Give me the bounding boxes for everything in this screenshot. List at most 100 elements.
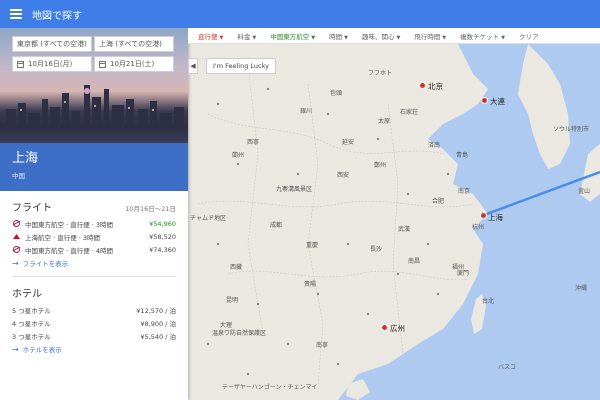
hotel-price: ¥5,540 / 泊: [140, 332, 176, 341]
map-label: 沖縄: [575, 285, 588, 292]
filter-label: 飛行時間: [414, 32, 441, 41]
show-flights-label: フライトを表示: [22, 260, 69, 268]
destination-card[interactable]: 上海 中国: [0, 143, 188, 191]
map-label: 銀川: [300, 108, 313, 115]
map-label: 廈門: [457, 270, 470, 277]
caret-down-icon: ▼: [252, 34, 257, 41]
map-label: 南寧: [316, 342, 329, 349]
caret-down-icon: ▼: [219, 34, 224, 41]
filter-label: 料金: [237, 32, 251, 41]
map-label: 済南: [428, 142, 441, 149]
map-label: 昆明: [226, 297, 239, 304]
destination-field[interactable]: 上海 (すべての空港): [94, 36, 174, 52]
map-label: 西寧: [247, 139, 260, 146]
clear-filters-button[interactable]: クリア: [519, 31, 539, 41]
china-eastern-logo-icon: [12, 246, 21, 253]
map-label: 西藏: [230, 264, 243, 271]
map-label: 九寨溝風景区: [276, 186, 313, 193]
filter-duration[interactable]: 飛行時間 ▼: [414, 31, 446, 41]
caret-down-icon: ▼: [396, 34, 401, 41]
map-label: 武漢: [398, 226, 411, 233]
map-label: フフホト: [368, 70, 393, 77]
flights-dates: 10月16日〜21日: [125, 205, 176, 213]
hotels-title: ホテル: [12, 289, 42, 300]
map-pin[interactable]: [481, 97, 488, 104]
app-title: 地図で探す: [32, 10, 82, 22]
map[interactable]: [188, 44, 600, 400]
city-country: 中国: [12, 172, 25, 180]
flight-row[interactable]: 中国東方航空 · 直行便 · 3時間 ¥54,960: [12, 217, 176, 230]
arrow-right-icon: →: [12, 344, 19, 354]
map-pin-label: 北京: [428, 82, 443, 91]
map-label: 杭州: [472, 224, 485, 231]
shanghai-airlines-logo-icon: [13, 234, 20, 239]
map-label: 重慶: [306, 242, 319, 249]
map-pin[interactable]: [419, 82, 426, 89]
flight-row[interactable]: 上海航空 · 直行便 · 3時間 ¥58,520: [12, 230, 176, 243]
filter-label: 趣味、関心: [361, 32, 395, 41]
map-pin-selected[interactable]: [480, 212, 487, 219]
hotel-label: 5 つ星ホテル: [12, 306, 51, 315]
filter-time[interactable]: 時間 ▼: [329, 31, 348, 41]
china-eastern-logo-icon: [12, 220, 21, 227]
map-pin-label: 上海: [488, 213, 503, 222]
map-pin[interactable]: [381, 324, 388, 331]
flight-label: 中国東方航空 · 直行便 · 3時間: [25, 220, 114, 229]
map-label: チャムド地区: [190, 215, 226, 222]
feeling-lucky-button[interactable]: I'm Feeling Lucky: [206, 58, 276, 74]
map-label: 温泉ワ防自然保護区: [212, 330, 267, 337]
filter-airline[interactable]: 中国東方航空 ▼: [270, 31, 315, 41]
water: [0, 127, 188, 143]
map-pin-label: 大連: [490, 97, 505, 106]
hotel-label: 4 つ星ホテル: [12, 319, 51, 328]
filter-label: 時間: [329, 32, 343, 41]
show-hotels-link[interactable]: → ホテルを表示: [12, 342, 176, 356]
map-label: 南昌: [408, 258, 421, 265]
flight-row[interactable]: 中国東方航空 · 直行便 · 4時間 ¥74,360: [12, 243, 176, 256]
map-label: 西安: [337, 172, 350, 179]
flight-price: ¥74,360: [149, 245, 176, 254]
depart-date-field[interactable]: 10月16日(月): [12, 56, 92, 72]
show-flights-link[interactable]: → フライトを表示: [12, 256, 176, 270]
filter-interests[interactable]: 趣味、関心 ▼: [362, 31, 400, 41]
return-date-field[interactable]: 10月21日(土): [94, 56, 174, 72]
flight-price: ¥54,960: [149, 219, 176, 228]
hotel-label: 3 つ星ホテル: [12, 332, 51, 341]
flights-section: フライト 10月16日〜21日 中国東方航空 · 直行便 · 3時間 ¥54,9…: [0, 191, 188, 277]
map-label: 長沙: [370, 246, 383, 253]
map-label: 台北: [482, 298, 495, 305]
origin-field[interactable]: 東京都 (すべての空港): [12, 36, 92, 52]
collapse-panel-button[interactable]: ◀: [188, 58, 198, 74]
filter-nonstop[interactable]: 直行便 ▼: [198, 31, 223, 41]
caret-down-icon: ▼: [501, 34, 506, 41]
hotel-row[interactable]: 5 つ星ホテル ¥12,570 / 泊: [12, 303, 176, 316]
top-bar: 地図で探す: [0, 0, 600, 28]
city-photo: 東京都 (すべての空港) 上海 (すべての空港) 10月16日(月) 10月21…: [0, 28, 188, 143]
map-label: 釜山: [578, 188, 591, 195]
flights-title: フライト: [12, 203, 52, 214]
map-label: 青島: [456, 152, 469, 159]
hotel-price: ¥12,570 / 泊: [136, 306, 176, 315]
map-pin-label: 広州: [390, 324, 405, 333]
left-panel: 東京都 (すべての空港) 上海 (すべての空港) 10月16日(月) 10月21…: [0, 28, 188, 400]
hotel-price: ¥8,900 / 泊: [140, 319, 176, 328]
hotel-row[interactable]: 3 つ星ホテル ¥5,540 / 泊: [12, 329, 176, 342]
hotel-row[interactable]: 4 つ星ホテル ¥8,900 / 泊: [12, 316, 176, 329]
filter-price[interactable]: 料金 ▼: [237, 31, 256, 41]
filter-multi-ticket[interactable]: 複数チケット ▼: [460, 31, 505, 41]
caret-down-icon: ▼: [311, 34, 316, 41]
map-label: テーザヤーハンゴーン・チェンマイ: [222, 384, 318, 391]
menu-icon[interactable]: [10, 9, 22, 19]
skyline-image: [6, 85, 184, 129]
map-label: ソウル特別市: [553, 126, 590, 133]
map-label: 蘭州: [232, 152, 245, 159]
depart-date: 10月16日(月): [28, 60, 73, 68]
filter-label: 複数チケット: [460, 32, 500, 41]
flight-label: 上海航空 · 直行便 · 3時間: [25, 233, 101, 242]
map-label: バスコ: [498, 364, 517, 371]
filter-label: 直行便: [198, 32, 218, 41]
chevron-left-icon: ◀: [190, 62, 196, 70]
calendar-icon: [17, 60, 24, 68]
map-label: 合肥: [432, 198, 445, 205]
map-label: 石家荘: [400, 109, 419, 116]
